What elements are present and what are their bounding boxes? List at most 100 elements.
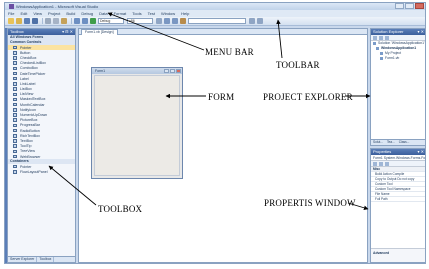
menu-file[interactable]: File — [8, 11, 14, 16]
tree-form1[interactable]: Form1.vb — [371, 56, 425, 61]
property-pages-icon[interactable] — [385, 161, 389, 166]
picturebox-icon — [13, 118, 17, 122]
properties-object-combo[interactable]: Form1 System.Windows.Forms.Form — [371, 155, 425, 161]
new-project-icon[interactable] — [8, 18, 14, 24]
tab-solution-explorer[interactable]: Solut... — [371, 140, 385, 145]
open-file-icon[interactable] — [16, 18, 22, 24]
progressbar-icon — [13, 123, 17, 128]
monthcalendar-icon — [13, 102, 17, 107]
menu-format[interactable]: Format — [114, 11, 127, 16]
solution-icon — [373, 42, 376, 45]
solution-explorer-header: Solution Explorer ▾ ✕ — [371, 29, 425, 35]
pin-icon[interactable]: ▾ ⊟ ✕ — [62, 29, 73, 35]
design-surface[interactable]: Form1 — [79, 35, 367, 262]
ide-window: WindowsApplication1 - Microsoft Visual S… — [4, 2, 426, 264]
form-client-area[interactable] — [94, 75, 180, 176]
toolbox-item-flowlayoutpanel[interactable]: FlowLayoutPanel — [8, 169, 75, 174]
properties-header: Properties ▾ ✕ — [371, 149, 425, 155]
save-icon[interactable] — [24, 18, 30, 24]
toolbar-separator — [71, 18, 72, 24]
solution-explorer-tabs: Solut... Tea... Class... — [371, 139, 425, 145]
start-page-icon[interactable] — [257, 18, 263, 24]
form-designer-window[interactable]: Form1 — [91, 67, 183, 179]
refresh-icon[interactable] — [379, 35, 383, 40]
window-controls — [395, 3, 424, 9]
configuration-combo[interactable]: Debug — [98, 18, 124, 24]
menu-tools[interactable]: Tools — [132, 11, 141, 16]
form-window-controls — [164, 69, 181, 73]
annotation-toolbox: TOOLBOX — [98, 204, 143, 214]
toolbox-panel: Toolbox ▾ ⊟ ✕ All Windows Forms Common C… — [7, 28, 76, 263]
menu-build[interactable]: Build — [66, 11, 75, 16]
object-browser-icon[interactable] — [249, 18, 255, 24]
numericupdown-icon — [13, 113, 17, 117]
listbox-icon — [13, 87, 17, 91]
cut-icon[interactable] — [45, 18, 51, 24]
view-code-icon[interactable] — [385, 35, 389, 40]
visual-studio-icon — [9, 4, 14, 9]
label-icon — [13, 76, 17, 81]
tab-class-view[interactable]: Class... — [397, 140, 412, 145]
pin-icon[interactable]: ▾ ✕ — [418, 29, 424, 35]
save-all-icon[interactable] — [32, 18, 38, 24]
undo-icon[interactable] — [74, 18, 80, 24]
document-area: Form1.vb [Design] Form1 — [78, 28, 368, 263]
menu-bar: File Edit View Project Build Debug Data … — [5, 10, 425, 17]
pointer-icon — [13, 45, 17, 50]
show-all-files-icon[interactable] — [373, 35, 377, 40]
menu-help[interactable]: Help — [181, 11, 189, 16]
listview-icon — [13, 92, 17, 97]
my-project-icon — [380, 52, 383, 55]
richtextbox-icon — [13, 134, 17, 138]
solution-explorer-title: Solution Explorer — [373, 29, 404, 34]
webbrowser-icon — [13, 154, 17, 159]
redo-icon[interactable] — [82, 18, 88, 24]
annotation-properties-window: PROPERTIS WINDOW — [264, 198, 356, 208]
annotation-menu-bar: MENU BAR — [205, 47, 254, 57]
menu-project[interactable]: Project — [48, 11, 60, 16]
datetimepicker-icon — [13, 71, 17, 76]
copy-icon[interactable] — [53, 18, 59, 24]
property-description: Advanced — [371, 248, 425, 262]
toolbox-icon[interactable] — [180, 18, 186, 24]
find-icon[interactable] — [156, 18, 162, 24]
solution-explorer-icon[interactable] — [164, 18, 170, 24]
close-button[interactable] — [415, 3, 424, 9]
tab-server-explorer[interactable]: Server Explorer — [8, 257, 38, 262]
toolbar-separator — [42, 18, 43, 24]
window-title: WindowsApplication1 - Microsoft Visual S… — [16, 4, 99, 9]
toolbox-header: Toolbox ▾ ⊟ ✕ — [8, 29, 75, 35]
flowlayoutpanel-icon — [13, 170, 17, 174]
categorized-icon[interactable] — [373, 161, 377, 166]
project-icon — [376, 47, 379, 50]
annotation-form: FORM — [208, 92, 235, 102]
tab-toolbox[interactable]: Toolbox — [37, 257, 55, 262]
form-close-icon — [176, 69, 181, 73]
paste-icon[interactable] — [61, 18, 67, 24]
alphabetical-icon[interactable] — [379, 161, 383, 166]
radiobutton-icon — [13, 128, 17, 133]
menu-debug[interactable]: Debug — [81, 11, 93, 16]
properties-icon[interactable] — [172, 18, 178, 24]
pin-icon[interactable]: ▾ ✕ — [418, 149, 424, 155]
menu-test[interactable]: Test — [148, 11, 155, 16]
toolbar: Debug x86 — [5, 17, 425, 26]
menu-view[interactable]: View — [33, 11, 42, 16]
maximize-button[interactable] — [405, 3, 414, 9]
find-combo[interactable] — [188, 18, 246, 24]
checkedlistbox-icon — [13, 61, 17, 65]
menu-data[interactable]: Data — [99, 11, 107, 16]
button-icon — [13, 51, 17, 55]
minimize-button[interactable] — [395, 3, 404, 9]
start-debug-icon[interactable] — [90, 18, 96, 24]
pointer-icon — [13, 164, 17, 169]
annotation-project-explorer: PROJECT EXPLORER — [263, 92, 353, 102]
form-maximize-icon — [170, 69, 175, 73]
combobox-icon — [13, 66, 17, 71]
platform-combo[interactable]: x86 — [127, 18, 153, 24]
menu-edit[interactable]: Edit — [20, 11, 27, 16]
menu-window[interactable]: Window — [161, 11, 175, 16]
textbox-icon — [13, 139, 17, 143]
property-row[interactable]: Full Path — [371, 197, 425, 202]
tab-team-explorer[interactable]: Tea... — [385, 140, 397, 145]
